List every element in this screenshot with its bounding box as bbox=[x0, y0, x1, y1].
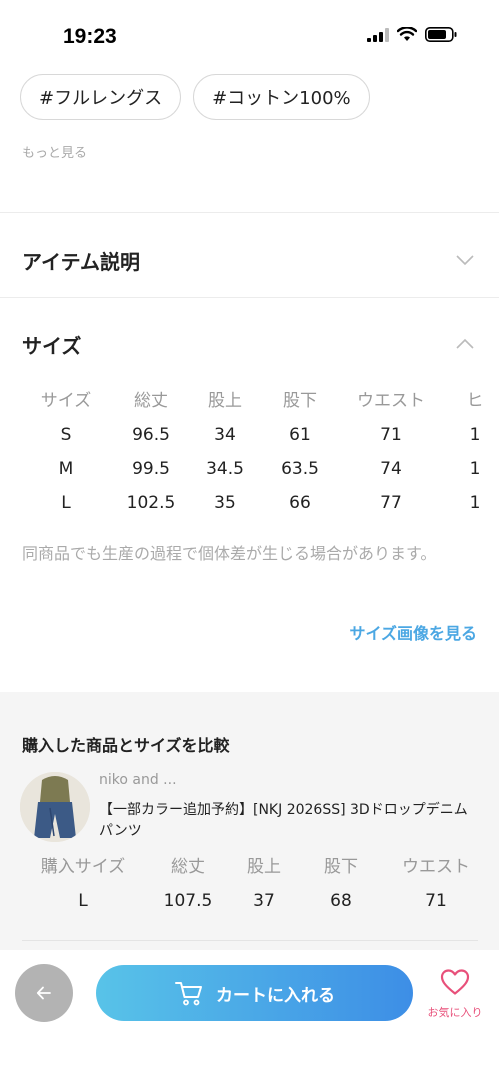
size-cell: 1 bbox=[469, 493, 481, 513]
compare-header-cell: 股下 bbox=[324, 857, 358, 877]
product-thumbnail-image bbox=[20, 772, 90, 842]
size-table-header: サイズ 総丈 股上 股下 ウエスト ヒ bbox=[0, 384, 499, 418]
compare-section: 購入した商品とサイズを比較 niko and ... 【一部カラー追加予約】[N… bbox=[0, 692, 499, 950]
divider bbox=[0, 212, 499, 213]
battery-icon bbox=[425, 27, 457, 42]
product-brand: niko and ... bbox=[99, 772, 177, 788]
product-thumbnail[interactable] bbox=[20, 772, 90, 842]
item-description-header[interactable]: アイテム説明 bbox=[0, 218, 499, 302]
status-icons bbox=[367, 27, 457, 42]
table-row: L 102.5 35 66 77 1 bbox=[0, 486, 499, 520]
divider bbox=[0, 297, 499, 298]
cart-icon bbox=[175, 982, 202, 1006]
tag-full-length[interactable]: #フルレングス bbox=[20, 74, 182, 120]
size-cell: S bbox=[60, 425, 72, 445]
size-cell: 1 bbox=[469, 459, 481, 479]
more-tags-link[interactable]: もっと見る bbox=[22, 142, 87, 161]
compare-table: 購入サイズ 総丈 股上 股下 ウエスト L 107.5 37 68 71 bbox=[0, 850, 499, 918]
arrow-left-icon bbox=[36, 986, 51, 1000]
size-section-header[interactable]: サイズ bbox=[0, 302, 499, 386]
compare-cell: 68 bbox=[330, 891, 352, 911]
heart-icon bbox=[440, 969, 470, 995]
status-bar: 19:23 bbox=[0, 0, 499, 66]
size-cell: 1 bbox=[469, 425, 481, 445]
compare-cell: 71 bbox=[425, 891, 447, 911]
table-row: S 96.5 34 61 71 1 bbox=[0, 418, 499, 452]
size-cell: 77 bbox=[380, 493, 402, 513]
tag-list: #フルレングス #コットン100% bbox=[20, 74, 370, 120]
favorite-button[interactable]: お気に入り bbox=[420, 968, 490, 1020]
chevron-up-icon bbox=[456, 338, 474, 349]
table-row: M 99.5 34.5 63.5 74 1 bbox=[0, 452, 499, 486]
size-table-header-cell: ヒ bbox=[466, 391, 484, 411]
size-table-header-cell: サイズ bbox=[40, 391, 92, 411]
size-cell: 61 bbox=[289, 425, 311, 445]
compare-header-cell: ウエスト bbox=[402, 857, 470, 877]
size-cell: 71 bbox=[380, 425, 402, 445]
size-table-header-cell: 股下 bbox=[283, 391, 317, 411]
product-name[interactable]: 【一部カラー追加予約】[NKJ 2026SS] 3Dドロップデニムパンツ bbox=[99, 800, 479, 842]
add-to-cart-button[interactable]: カートに入れる bbox=[96, 965, 413, 1021]
compare-title: 購入した商品とサイズを比較 bbox=[22, 736, 230, 755]
tag-cotton[interactable]: #コットン100% bbox=[193, 74, 370, 120]
back-button[interactable] bbox=[15, 964, 73, 1022]
compare-table-header: 購入サイズ 総丈 股上 股下 ウエスト bbox=[0, 850, 499, 884]
add-to-cart-label: カートに入れる bbox=[216, 985, 335, 1006]
status-time: 19:23 bbox=[63, 25, 117, 48]
size-cell: 74 bbox=[380, 459, 402, 479]
bottom-action-bar: カートに入れる お気に入り bbox=[0, 950, 499, 1080]
compare-header-cell: 購入サイズ bbox=[40, 857, 126, 877]
size-note: 同商品でも生産の過程で個体差が生じる場合があります。 bbox=[22, 544, 437, 563]
size-cell: L bbox=[61, 493, 71, 513]
size-section-title: サイズ bbox=[22, 333, 82, 358]
size-cell: M bbox=[58, 459, 74, 479]
size-image-link[interactable]: サイズ画像を見る bbox=[349, 620, 477, 644]
signal-icon bbox=[367, 27, 389, 42]
size-cell: 66 bbox=[289, 493, 311, 513]
divider bbox=[22, 940, 478, 941]
item-description-title: アイテム説明 bbox=[22, 249, 140, 274]
compare-cell: L bbox=[78, 891, 88, 911]
table-row: L 107.5 37 68 71 bbox=[0, 884, 499, 918]
size-table: サイズ 総丈 股上 股下 ウエスト ヒ S 96.5 34 61 71 1 M … bbox=[0, 384, 499, 520]
chevron-down-icon bbox=[456, 255, 474, 266]
size-table-header-cell: ウエスト bbox=[357, 391, 425, 411]
wifi-icon bbox=[397, 27, 417, 41]
favorite-label: お気に入り bbox=[427, 1006, 483, 1019]
size-cell: 63.5 bbox=[281, 459, 319, 479]
